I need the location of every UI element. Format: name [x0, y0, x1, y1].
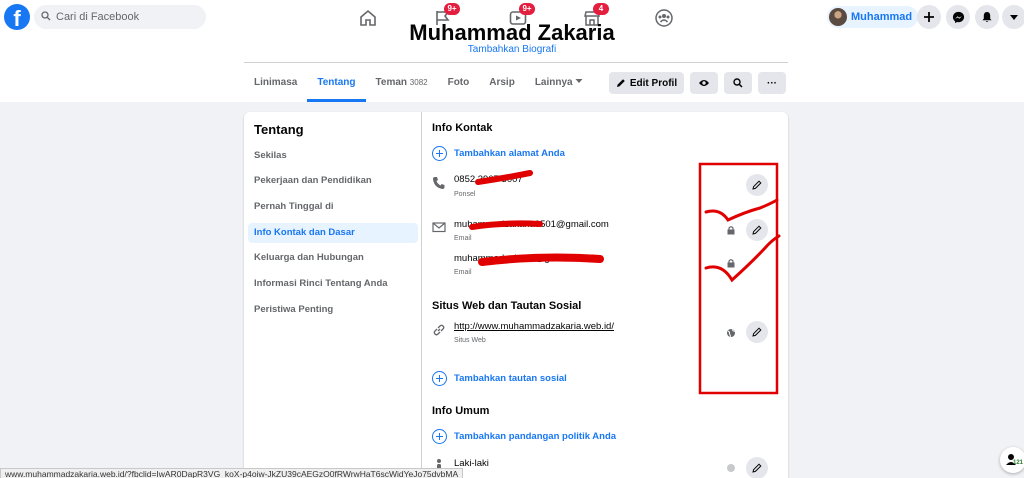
- edit-email-button[interactable]: [746, 219, 768, 241]
- edit-website-button[interactable]: [746, 321, 768, 343]
- websites-social-links-heading: Situs Web dan Tautan Sosial: [432, 300, 582, 312]
- watch-notification-badge: 9+: [519, 3, 535, 15]
- email-label: Email: [454, 269, 472, 276]
- about-menu-details[interactable]: Informasi Rinci Tentang Anda: [248, 274, 418, 294]
- tab-timeline[interactable]: Linimasa: [244, 64, 307, 102]
- website-label: Situs Web: [454, 337, 486, 344]
- profile-tabs: Linimasa Tentang Teman 3082 Foto Arsip L…: [244, 64, 593, 102]
- lock-icon[interactable]: [726, 225, 736, 235]
- lock-icon[interactable]: [726, 258, 736, 268]
- globe-icon[interactable]: [726, 328, 736, 338]
- marketplace-notification-badge: 4: [593, 3, 609, 15]
- tab-photos[interactable]: Foto: [438, 64, 480, 102]
- pages-notification-badge: 9+: [444, 3, 460, 15]
- caret-down-icon: [575, 79, 583, 83]
- friends-count: 3082: [409, 78, 428, 87]
- tab-archive[interactable]: Arsip: [479, 64, 525, 102]
- add-bio-link[interactable]: Tambahkan Biografi: [0, 44, 1024, 55]
- phone-label: Ponsel: [454, 191, 476, 198]
- about-menu-family-relationships[interactable]: Keluarga dan Hubungan: [248, 248, 418, 268]
- edit-profile-button[interactable]: Edit Profil: [609, 72, 684, 94]
- add-circle-icon: [432, 371, 447, 386]
- phone-value: 0852 3907 3007: [454, 174, 523, 185]
- eye-icon: [699, 80, 709, 86]
- about-menu-overview[interactable]: Sekilas: [248, 146, 418, 166]
- contact-info-heading: Info Kontak: [432, 122, 493, 134]
- about-menu-work-education[interactable]: Pekerjaan dan Pendidikan: [248, 171, 418, 191]
- phone-icon: [433, 177, 445, 189]
- divider: [244, 62, 788, 63]
- edit-phone-button[interactable]: [746, 174, 768, 196]
- about-title: Tentang: [254, 122, 304, 137]
- email-label: Email: [454, 235, 472, 242]
- pencil-icon: [752, 327, 762, 337]
- tab-more[interactable]: Lainnya: [525, 64, 594, 102]
- about-menu-life-events[interactable]: Peristiwa Penting: [248, 300, 418, 320]
- about-card: Tentang Sekilas Pekerjaan dan Pendidikan…: [244, 112, 788, 478]
- edit-gender-button[interactable]: [746, 457, 768, 478]
- status-bar-url: www.muhammadzakaria.web.id/?fbclid=IwAR0…: [0, 468, 464, 478]
- general-info-heading: Info Umum: [432, 405, 490, 417]
- more-options-button[interactable]: ···: [758, 72, 786, 94]
- view-as-button[interactable]: [690, 72, 718, 94]
- tab-about[interactable]: Tentang: [307, 64, 366, 102]
- chat-count: 121: [1013, 460, 1024, 466]
- add-circle-icon: [432, 429, 447, 444]
- pencil-icon: [752, 225, 762, 235]
- globe-icon[interactable]: [726, 463, 736, 473]
- tab-friends[interactable]: Teman 3082: [366, 64, 438, 102]
- website-link[interactable]: http://www.muhammadzakaria.web.id/: [454, 321, 614, 332]
- pencil-icon: [752, 463, 762, 473]
- add-social-link[interactable]: Tambahkan tautan sosial: [432, 371, 567, 386]
- search-profile-button[interactable]: [724, 72, 752, 94]
- pencil-icon: [616, 79, 625, 87]
- pencil-icon: [752, 180, 762, 190]
- about-menu-places-lived[interactable]: Pernah Tinggal di: [248, 197, 418, 217]
- add-political-views-link[interactable]: Tambahkan pandangan politik Anda: [432, 429, 616, 444]
- add-circle-icon: [432, 146, 447, 161]
- profile-name-heading: Muhammad Zakaria: [409, 20, 615, 40]
- about-menu-contact-basic-info[interactable]: Info Kontak dan Dasar: [248, 223, 418, 243]
- profile-header: Muhammad Zakaria Tambahkan Biografi Lini…: [0, 20, 1024, 102]
- email-value: muhammadzakaria@gmail.com: [454, 253, 588, 264]
- about-sidebar: Tentang Sekilas Pekerjaan dan Pendidikan…: [244, 112, 422, 478]
- email-value: muhammadzakaria0501@gmail.com: [454, 219, 609, 230]
- email-icon: [432, 222, 446, 233]
- link-icon: [433, 324, 445, 336]
- search-icon: [733, 78, 743, 88]
- add-address-link[interactable]: Tambahkan alamat Anda: [432, 146, 565, 161]
